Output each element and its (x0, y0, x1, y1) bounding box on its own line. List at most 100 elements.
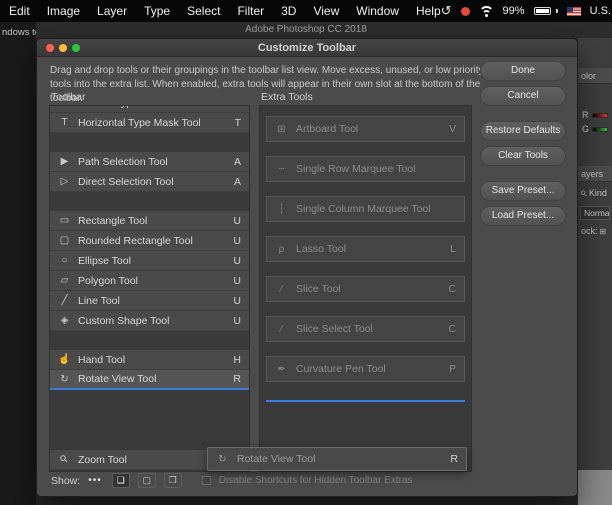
ellipsis-icon[interactable]: ••• (88, 475, 102, 486)
us-flag-icon[interactable] (567, 7, 581, 16)
battery-icon[interactable] (534, 7, 558, 15)
slice-select-icon: ∕ (275, 324, 288, 335)
extra-item-curvature-pen[interactable]: ✒ Curvature Pen Tool P (266, 356, 465, 382)
green-slider[interactable] (592, 127, 608, 132)
extra-tools-list[interactable]: ⊞ Artboard Tool V ┄ Single Row Marquee T… (259, 105, 472, 472)
minimize-button[interactable] (59, 44, 67, 52)
group-gap (50, 390, 249, 450)
menu-window[interactable]: Window (356, 4, 399, 18)
extra-item-lasso[interactable]: ρ Lasso Tool L (266, 236, 465, 262)
tool-shortcut: C (448, 323, 456, 335)
toolbar-item-line[interactable]: ╱ Line Tool U (50, 291, 249, 311)
toolbar-item-rotate-view[interactable]: ↻ Rotate View Tool R (50, 370, 249, 390)
single-column-marquee-icon: ┆ (275, 204, 288, 215)
color-channel-g: G (582, 124, 612, 134)
disable-shortcuts-label: Disable Shortcuts for Hidden Toolbar Ext… (219, 475, 413, 486)
menu-help[interactable]: Help (416, 4, 441, 18)
layers-filter-row: ⚲ Kind (581, 188, 607, 198)
polygon-icon: ▱ (58, 275, 71, 286)
menu-view[interactable]: View (313, 4, 339, 18)
dialog-footer: Show: ••• ❏ ▢ ❐ Disable Shortcuts for Hi… (51, 473, 413, 488)
toolbar-item-path-selection[interactable]: ▶ Path Selection Tool A (50, 152, 249, 172)
menu-filter[interactable]: Filter (237, 4, 264, 18)
tool-label: Horizontal Type Mask Tool (78, 117, 201, 129)
dragged-tool-item[interactable]: ↻ Rotate View Tool R (207, 447, 467, 471)
toolbar-item-ellipse[interactable]: ○ Ellipse Tool U (50, 251, 249, 271)
zoom-button[interactable] (72, 44, 80, 52)
direct-selection-icon: ▷ (58, 176, 71, 187)
battery-percent: 99% (503, 5, 525, 17)
menu-edit[interactable]: Edit (9, 4, 30, 18)
restore-defaults-button[interactable]: Restore Defaults (480, 121, 566, 141)
tool-shortcut: A (234, 176, 241, 188)
toolbar-item-polygon[interactable]: ▱ Polygon Tool U (50, 271, 249, 291)
canvas-pasteboard (578, 470, 612, 505)
tool-label: Artboard Tool (296, 123, 358, 135)
rotate-view-icon: ↻ (58, 374, 71, 385)
toolbar-column-label: Toolbar (51, 91, 85, 103)
custom-shape-icon: ◈ (58, 315, 71, 326)
drop-indicator (266, 400, 465, 402)
group-gap (50, 133, 249, 152)
close-button[interactable] (46, 44, 54, 52)
load-preset-button[interactable]: Load Preset... (480, 206, 566, 226)
dialog-buttons: Done Cancel Restore Defaults Clear Tools… (480, 61, 566, 226)
menu-image[interactable]: Image (47, 4, 80, 18)
rounded-rectangle-icon: ▢ (58, 235, 71, 246)
menu-3d[interactable]: 3D (281, 4, 296, 18)
tool-label: Curvature Pen Tool (296, 363, 386, 375)
photoshop-titlebar: Adobe Photoshop CC 2018 (0, 22, 612, 38)
tool-shortcut: R (233, 373, 241, 385)
blend-mode-select[interactable]: Normal (580, 206, 610, 220)
red-slider[interactable] (592, 113, 608, 118)
disable-shortcuts-checkbox[interactable] (202, 476, 211, 485)
extra-item-single-column-marquee[interactable]: ┆ Single Column Marquee Tool (266, 196, 465, 222)
tool-label: Ellipse Tool (78, 255, 131, 267)
cancel-button[interactable]: Cancel (480, 86, 566, 106)
toolbar-item-direct-selection[interactable]: ▷ Direct Selection Tool A (50, 172, 249, 192)
input-source-label[interactable]: U.S. (590, 5, 611, 17)
done-button[interactable]: Done (480, 61, 566, 81)
menu-type[interactable]: Type (144, 4, 170, 18)
toolbar-item-vertical-type-mask[interactable]: T Vertical Type Mask Tool T (50, 105, 249, 113)
extra-item-artboard[interactable]: ⊞ Artboard Tool V (266, 116, 465, 142)
tool-label: Single Row Marquee Tool (296, 163, 415, 175)
record-indicator-icon[interactable] (461, 7, 470, 16)
extra-item-single-row-marquee[interactable]: ┄ Single Row Marquee Tool (266, 156, 465, 182)
toolbar-item-hand[interactable]: ☝ Hand Tool H (50, 350, 249, 370)
color-panel-tab[interactable]: olor (578, 68, 612, 84)
menu-select[interactable]: Select (187, 4, 220, 18)
search-icon: ⚲ (579, 188, 590, 199)
tool-label: Slice Select Tool (296, 323, 373, 335)
show-label: Show: (51, 475, 80, 487)
menu-layer[interactable]: Layer (97, 4, 127, 18)
lock-transparency-icon[interactable]: ⊞ (600, 227, 607, 236)
save-preset-button[interactable]: Save Preset... (480, 181, 566, 201)
wifi-icon[interactable] (479, 6, 494, 17)
tool-label: Line Tool (78, 295, 120, 307)
dialog-header[interactable]: Customize Toolbar (37, 39, 577, 57)
tool-shortcut: U (233, 235, 241, 247)
toolbar-item-rounded-rectangle[interactable]: ▢ Rounded Rectangle Tool U (50, 231, 249, 251)
clear-tools-button[interactable]: Clear Tools (480, 146, 566, 166)
toolbar-item-rectangle[interactable]: ▭ Rectangle Tool U (50, 211, 249, 231)
show-toggle-export-icon[interactable]: ❏ (112, 473, 130, 488)
layers-panel-tab[interactable]: ayers (578, 166, 612, 182)
tool-shortcut: U (233, 295, 241, 307)
kind-filter[interactable]: Kind (589, 188, 607, 198)
toolbar-item-custom-shape[interactable]: ◈ Custom Shape Tool U (50, 311, 249, 331)
background-window-text: ndows to F (0, 22, 36, 38)
show-toggle-windows-icon[interactable]: ❐ (164, 473, 182, 488)
toolbar-list[interactable]: T Vertical Type Mask Tool T T Horizontal… (49, 105, 250, 472)
extra-item-slice[interactable]: ∕ Slice Tool C (266, 276, 465, 302)
group-gap (50, 331, 249, 350)
toolbar-item-horizontal-type-mask[interactable]: T Horizontal Type Mask Tool T (50, 113, 249, 133)
tool-label: Single Column Marquee Tool (296, 203, 431, 215)
extra-tools-column-label: Extra Tools (261, 91, 313, 103)
show-toggle-frame-icon[interactable]: ▢ (138, 473, 156, 488)
extra-item-slice-select[interactable]: ∕ Slice Select Tool C (266, 316, 465, 342)
history-icon[interactable]: ↺ (441, 3, 452, 19)
dialog-title: Customize Toolbar (258, 42, 356, 54)
left-background-strip: ndows to F (0, 22, 36, 505)
tool-shortcut: T (235, 105, 241, 109)
